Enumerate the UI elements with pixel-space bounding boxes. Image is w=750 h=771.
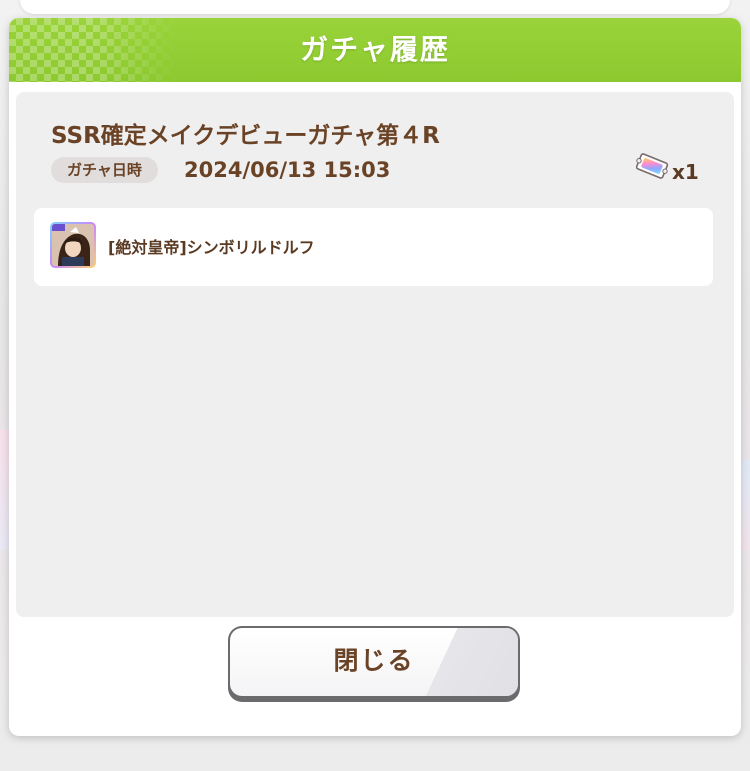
ticket-count: x1	[672, 160, 699, 184]
background-edge-right	[740, 460, 750, 550]
gacha-history-dialog: ガチャ履歴 SSR確定メイクデビューガチャ第４R ガチャ日時 2024/06/1…	[9, 18, 741, 736]
gacha-date-value: 2024/06/13 15:03	[184, 158, 391, 182]
close-button-face[interactable]: 閉じる	[230, 628, 518, 696]
close-button-label: 閉じる	[333, 646, 415, 675]
gacha-date-label: ガチャ日時	[51, 157, 158, 183]
list-item[interactable]: [絶対皇帝]シンボリルドルフ	[34, 208, 713, 286]
close-button[interactable]: 閉じる	[228, 626, 520, 702]
gacha-name: SSR確定メイクデビューガチャ第４R	[51, 123, 440, 149]
character-name: [絶対皇帝]シンボリルドルフ	[108, 238, 315, 257]
rainbow-ticket-icon	[635, 153, 669, 179]
character-thumbnail	[50, 222, 96, 268]
dialog-title: ガチャ履歴	[300, 33, 450, 66]
character-portrait-icon	[52, 224, 94, 266]
dialog-header: ガチャ履歴	[9, 18, 741, 82]
history-panel: SSR確定メイクデビューガチャ第４R ガチャ日時 2024/06/13 15:0…	[16, 92, 734, 617]
background-card	[20, 0, 730, 14]
result-list: [絶対皇帝]シンボリルドルフ	[34, 208, 713, 286]
